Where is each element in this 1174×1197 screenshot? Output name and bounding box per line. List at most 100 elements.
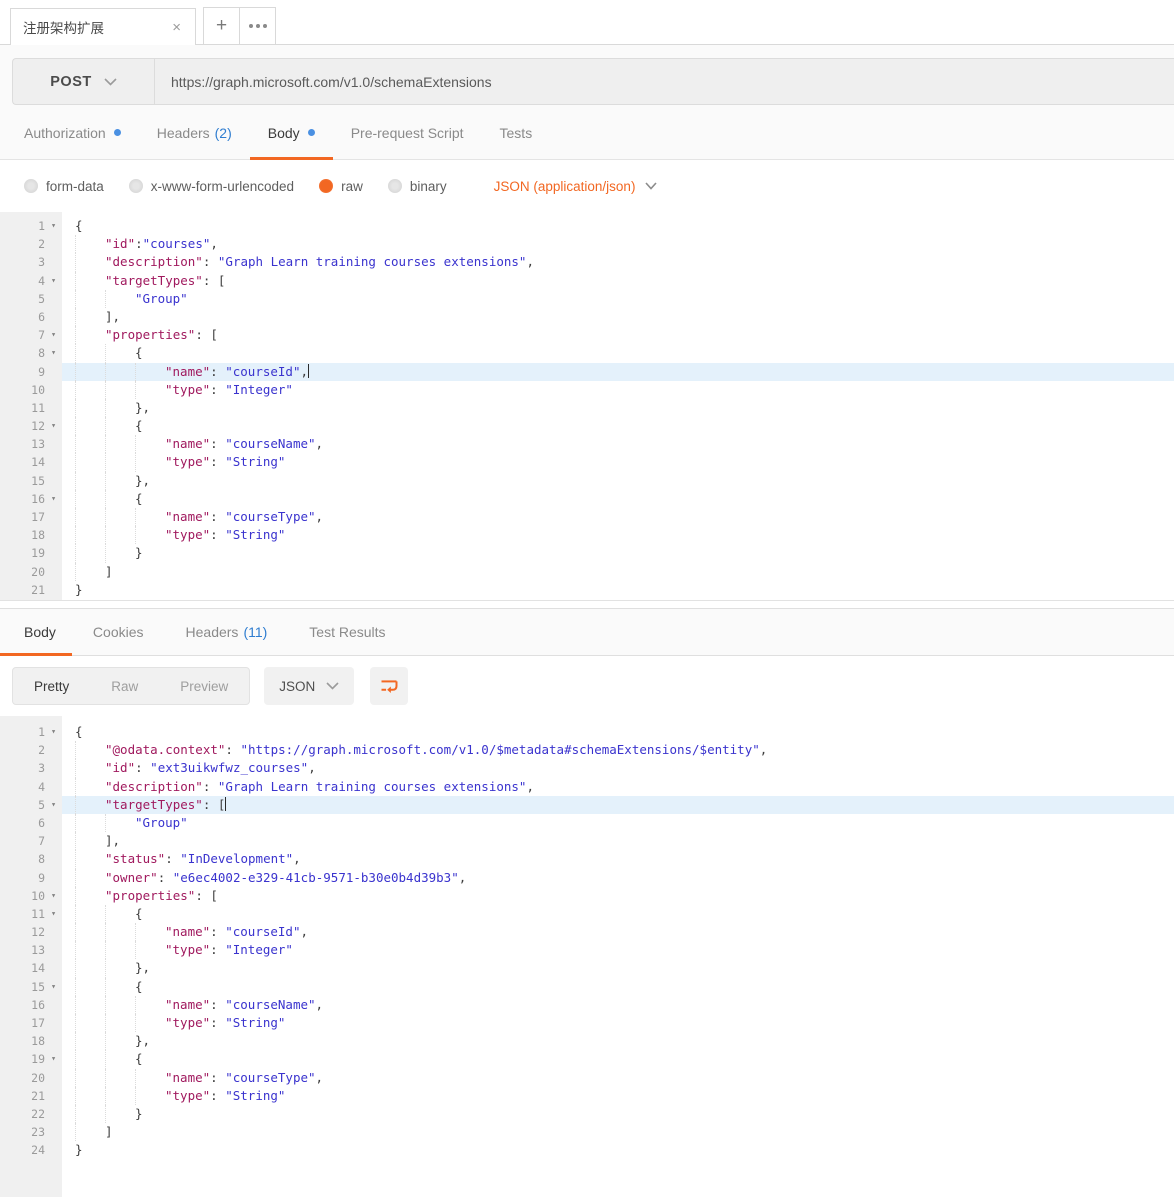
view-pretty[interactable]: Pretty <box>13 679 90 694</box>
open-request-tab[interactable]: 注册架构扩展 × <box>10 8 196 45</box>
code-token: : <box>210 454 225 469</box>
code-line[interactable]: 5▾"targetTypes": [ <box>0 796 1174 814</box>
code-line[interactable]: 19▾{ <box>0 1050 1174 1068</box>
code-line[interactable]: 6], <box>0 308 1174 326</box>
code-line[interactable]: 12▾{ <box>0 417 1174 435</box>
method-selector[interactable]: POST <box>13 59 155 104</box>
code-line[interactable]: 3"description": "Graph Learn training co… <box>0 253 1174 271</box>
code-token: "https://graph.microsoft.com/v1.0/$metad… <box>240 742 759 757</box>
request-body-editor[interactable]: 1▾{2"id":"courses",3"description": "Grap… <box>0 212 1174 601</box>
view-raw[interactable]: Raw <box>90 679 159 694</box>
code-line[interactable]: 7], <box>0 832 1174 850</box>
radio-icon <box>388 179 402 193</box>
code-line[interactable]: 16"name": "courseName", <box>0 996 1174 1014</box>
code-line[interactable]: 3"id": "ext3uikwfwz_courses", <box>0 759 1174 777</box>
indent-guide <box>105 453 135 471</box>
fold-arrow-icon[interactable]: ▾ <box>45 723 62 741</box>
line-number: 6 <box>38 814 45 832</box>
code-line[interactable]: 12"name": "courseId", <box>0 923 1174 941</box>
tab-headers[interactable]: Headers(2) <box>139 106 250 159</box>
code-line[interactable]: 14"type": "String" <box>0 453 1174 471</box>
radio-raw[interactable]: raw <box>319 179 363 194</box>
wrap-text-button[interactable] <box>370 667 408 705</box>
code-line[interactable]: 6"Group" <box>0 814 1174 832</box>
code-line[interactable]: 21} <box>0 581 1174 599</box>
code-line[interactable]: 20] <box>0 563 1174 581</box>
fold-arrow-icon[interactable]: ▾ <box>45 326 62 344</box>
view-preview[interactable]: Preview <box>159 679 249 694</box>
code-line[interactable]: 2"id":"courses", <box>0 235 1174 253</box>
code-line[interactable]: 8▾{ <box>0 344 1174 362</box>
code-token: "description" <box>105 254 203 269</box>
code-line[interactable]: 10"type": "Integer" <box>0 381 1174 399</box>
fold-arrow-icon[interactable]: ▾ <box>45 905 62 923</box>
fold-arrow-icon[interactable]: ▾ <box>45 796 62 814</box>
code-line[interactable]: 24} <box>0 1141 1174 1159</box>
code-line[interactable]: 15▾{ <box>0 978 1174 996</box>
content-type-dropdown[interactable]: JSON (application/json) <box>494 179 658 194</box>
code-text: "name": "courseId", <box>62 923 1174 941</box>
fold-arrow-icon[interactable]: ▾ <box>45 1050 62 1068</box>
response-tab-body[interactable]: Body <box>0 609 72 655</box>
code-line[interactable]: 20"name": "courseType", <box>0 1069 1174 1087</box>
code-token: "name" <box>165 997 210 1012</box>
url-input[interactable]: https://graph.microsoft.com/v1.0/schemaE… <box>155 74 1174 90</box>
indent-guide <box>105 508 135 526</box>
response-tab-test-results[interactable]: Test Results <box>288 609 406 655</box>
code-line[interactable]: 7▾"properties": [ <box>0 326 1174 344</box>
tab-authorization[interactable]: Authorization <box>6 106 139 159</box>
code-line[interactable]: 11▾{ <box>0 905 1174 923</box>
response-body-editor[interactable]: 1▾{2"@odata.context": "https://graph.mic… <box>0 716 1174 1197</box>
code-line[interactable]: 5"Group" <box>0 290 1174 308</box>
code-token: "courseType" <box>225 1070 315 1085</box>
code-line[interactable]: 13"type": "Integer" <box>0 941 1174 959</box>
fold-arrow-icon[interactable]: ▾ <box>45 887 62 905</box>
code-line[interactable]: 21"type": "String" <box>0 1087 1174 1105</box>
code-line[interactable]: 23] <box>0 1123 1174 1141</box>
code-line[interactable]: 11}, <box>0 399 1174 417</box>
radio-binary[interactable]: binary <box>388 179 447 194</box>
fold-arrow-icon[interactable]: ▾ <box>45 217 62 235</box>
code-token: : <box>210 942 225 957</box>
code-line[interactable]: 9"owner": "e6ec4002-e329-41cb-9571-b30e0… <box>0 869 1174 887</box>
indent-guide <box>75 905 105 923</box>
code-line[interactable]: 17"type": "String" <box>0 1014 1174 1032</box>
fold-arrow-icon[interactable]: ▾ <box>45 272 62 290</box>
code-line[interactable]: 18}, <box>0 1032 1174 1050</box>
code-line[interactable]: 4"description": "Graph Learn training co… <box>0 778 1174 796</box>
fold-arrow-icon[interactable]: ▾ <box>45 490 62 508</box>
code-line[interactable]: 19} <box>0 544 1174 562</box>
response-tab-headers[interactable]: Headers(11) <box>165 609 289 655</box>
radio-form-data[interactable]: form-data <box>24 179 104 194</box>
radio-x-www-form-urlencoded[interactable]: x-www-form-urlencoded <box>129 179 294 194</box>
code-line[interactable]: 13"name": "courseName", <box>0 435 1174 453</box>
code-line[interactable]: 9"name": "courseId", <box>0 363 1174 381</box>
close-icon[interactable]: × <box>170 19 183 36</box>
tab-options-button[interactable] <box>239 7 276 44</box>
response-language-dropdown[interactable]: JSON <box>264 667 354 705</box>
tab-pre-request-script[interactable]: Pre-request Script <box>333 106 482 159</box>
code-text: "targetTypes": [ <box>62 272 1174 290</box>
indent-guide <box>135 941 165 959</box>
code-line[interactable]: 22} <box>0 1105 1174 1123</box>
code-line[interactable]: 17"name": "courseType", <box>0 508 1174 526</box>
new-tab-button[interactable]: + <box>203 7 240 44</box>
code-line[interactable]: 1▾{ <box>0 217 1174 235</box>
code-line[interactable]: 15}, <box>0 472 1174 490</box>
code-line[interactable]: 10▾"properties": [ <box>0 887 1174 905</box>
code-line[interactable]: 8"status": "InDevelopment", <box>0 850 1174 868</box>
response-tab-cookies[interactable]: Cookies <box>72 609 165 655</box>
tab-body[interactable]: Body <box>250 106 333 159</box>
code-text: "@odata.context": "https://graph.microso… <box>62 741 1174 759</box>
fold-arrow-icon[interactable]: ▾ <box>45 978 62 996</box>
code-line[interactable]: 16▾{ <box>0 490 1174 508</box>
code-line[interactable]: 14}, <box>0 959 1174 977</box>
code-token: : [ <box>195 327 218 342</box>
code-line[interactable]: 2"@odata.context": "https://graph.micros… <box>0 741 1174 759</box>
code-line[interactable]: 1▾{ <box>0 723 1174 741</box>
fold-arrow-icon[interactable]: ▾ <box>45 417 62 435</box>
fold-arrow-icon[interactable]: ▾ <box>45 344 62 362</box>
tab-tests[interactable]: Tests <box>482 106 551 159</box>
code-line[interactable]: 4▾"targetTypes": [ <box>0 272 1174 290</box>
code-line[interactable]: 18"type": "String" <box>0 526 1174 544</box>
